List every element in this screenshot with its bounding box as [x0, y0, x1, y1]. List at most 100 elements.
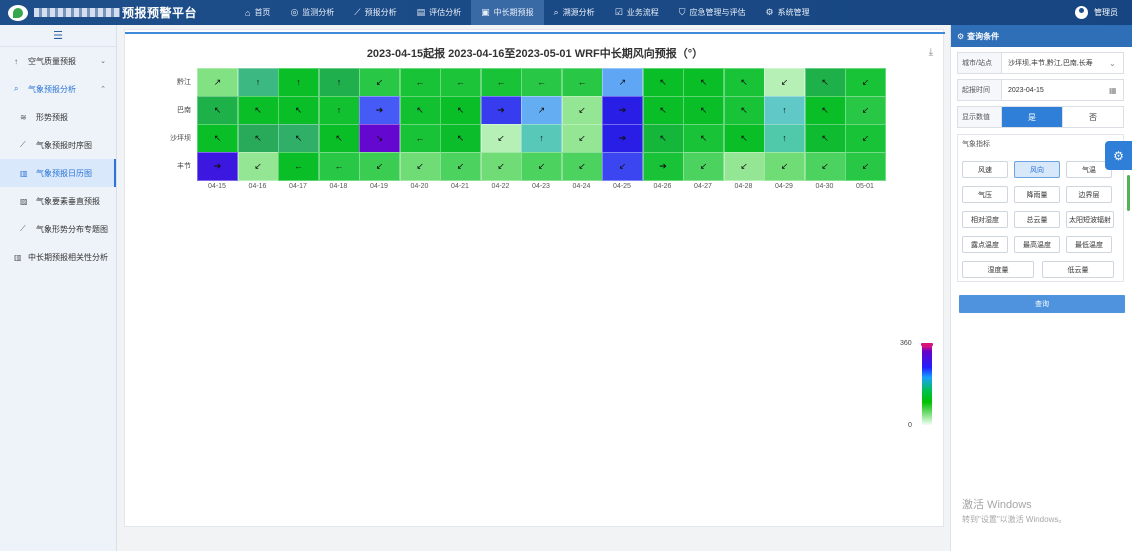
show-values-no-button[interactable]: 否	[1062, 107, 1123, 127]
sidebar-item-situation-forecast[interactable]: ≋ 形势预报	[0, 103, 116, 131]
heatmap-cell[interactable]: ↙	[602, 152, 643, 181]
heatmap-cell[interactable]: ↗	[521, 96, 562, 125]
heatmap-cell[interactable]: ↖	[318, 124, 360, 153]
sidebar-item-distribution-map[interactable]: ⟋ 气象形势分布专题图	[0, 215, 116, 243]
heatmap-cell[interactable]: ←	[399, 124, 441, 153]
indicator-button[interactable]: 最低温度	[1066, 236, 1112, 253]
heatmap-cell[interactable]: ↙	[237, 152, 279, 181]
heatmap-cell[interactable]: ↙	[359, 68, 400, 97]
heatmap-cell[interactable]: ↖	[197, 96, 238, 125]
heatmap-cell[interactable]: ↙	[561, 96, 603, 125]
heatmap-cell[interactable]: ↙	[561, 124, 603, 153]
nav-tab-1[interactable]: ◎ 监测分析	[280, 0, 344, 25]
forecast-date-picker[interactable]: 起报时间 2023-04-15 ▦	[957, 79, 1124, 101]
heatmap-cell[interactable]: ↙	[804, 152, 846, 181]
download-icon[interactable]: ⤓	[929, 47, 933, 58]
heatmap-cell[interactable]: ➔	[359, 96, 400, 125]
nav-tab-0[interactable]: ⌂ 首页	[235, 0, 280, 25]
show-values-yes-button[interactable]: 是	[1002, 107, 1062, 127]
heatmap-cell[interactable]: ↖	[642, 124, 684, 153]
sidebar-item-correlation-analysis[interactable]: ▥ 中长期预报相关性分析	[0, 243, 116, 271]
heatmap-cell[interactable]: ↙	[845, 96, 886, 125]
heatmap-cell[interactable]: ➔	[480, 96, 522, 125]
heatmap-cell[interactable]: ↖	[804, 96, 846, 125]
heatmap-cell[interactable]: ↙	[480, 152, 522, 181]
heatmap-cell[interactable]: ↙	[764, 152, 805, 181]
indicator-button[interactable]: 风向	[1014, 161, 1060, 178]
heatmap-cell[interactable]: ↖	[237, 96, 279, 125]
scrollbar-thumb[interactable]	[1127, 175, 1130, 211]
heatmap-cell[interactable]: ↙	[359, 152, 400, 181]
indicator-button[interactable]: 最高温度	[1014, 236, 1060, 253]
heatmap-cell[interactable]: ➔	[602, 124, 643, 153]
heatmap-cell[interactable]: ↖	[804, 124, 846, 153]
heatmap-cell[interactable]: ↑	[764, 124, 805, 153]
heatmap-cell[interactable]: ↖	[237, 124, 279, 153]
settings-gear-icon[interactable]: ⚙	[1105, 141, 1132, 170]
heatmap-cell[interactable]: ↖	[440, 124, 481, 153]
heatmap-cell[interactable]: ↙	[723, 152, 765, 181]
heatmap-cell[interactable]: ↖	[197, 124, 238, 153]
heatmap-cell[interactable]: ↙	[440, 152, 481, 181]
indicator-button[interactable]: 风速	[962, 161, 1008, 178]
nav-tab-4[interactable]: ▣ 中长期预报	[471, 0, 544, 25]
indicator-button[interactable]: 湿度量	[962, 261, 1034, 278]
heatmap-cell[interactable]: ←	[399, 68, 441, 97]
heatmap-cell[interactable]: ↙	[845, 124, 886, 153]
sidebar-item-vertical-profile[interactable]: ▨ 气象要素垂直预报	[0, 187, 116, 215]
heatmap-cell[interactable]: ←	[561, 68, 603, 97]
nav-tab-2[interactable]: ⟋ 预报分析	[344, 0, 406, 25]
heatmap-cell[interactable]: ↖	[642, 68, 684, 97]
heatmap-cell[interactable]: ↑	[237, 68, 279, 97]
heatmap-cell[interactable]: ↖	[683, 68, 724, 97]
indicator-button[interactable]: 太阳短波辐射	[1066, 211, 1114, 228]
user-menu[interactable]: 管理员	[1075, 0, 1118, 25]
heatmap-cell[interactable]: ↑	[764, 96, 805, 125]
heatmap-cell[interactable]: ↗	[602, 68, 643, 97]
indicator-button[interactable]: 相对湿度	[962, 211, 1008, 228]
heatmap-cell[interactable]: ↖	[683, 124, 724, 153]
heatmap-cell[interactable]: ↑	[278, 68, 319, 97]
indicator-button[interactable]: 总云量	[1014, 211, 1060, 228]
heatmap-cell[interactable]: ↙	[845, 68, 886, 97]
heatmap-cell[interactable]: ↙	[561, 152, 603, 181]
heatmap-cell[interactable]: ↑	[318, 96, 360, 125]
heatmap-cell[interactable]: ➔	[642, 152, 684, 181]
indicator-button[interactable]: 露点温度	[962, 236, 1008, 253]
nav-tab-3[interactable]: ▤ 评估分析	[407, 0, 472, 25]
heatmap-cell[interactable]: ↖	[723, 68, 765, 97]
heatmap-cell[interactable]: ↙	[521, 152, 562, 181]
nav-tab-7[interactable]: ⛉ 应急管理与评估	[669, 0, 756, 25]
heatmap-cell[interactable]: ←	[521, 68, 562, 97]
heatmap-cell[interactable]: ↙	[845, 152, 886, 181]
indicator-button[interactable]: 边界层	[1066, 186, 1112, 203]
heatmap-cell[interactable]: ↑	[521, 124, 562, 153]
heatmap-cell[interactable]: ↖	[683, 96, 724, 125]
heatmap-cell[interactable]: ↖	[642, 96, 684, 125]
heatmap-cell[interactable]: ←	[480, 68, 522, 97]
heatmap-cell[interactable]: ↖	[278, 124, 319, 153]
heatmap-cell[interactable]: ↖	[278, 96, 319, 125]
indicator-button[interactable]: 气压	[962, 186, 1008, 203]
heatmap-cell[interactable]: ←	[278, 152, 319, 181]
nav-tab-6[interactable]: ☑ 业务流程	[605, 0, 669, 25]
heatmap-cell[interactable]: ↖	[399, 96, 441, 125]
heatmap-cell[interactable]: ➔	[197, 152, 238, 181]
nav-tab-5[interactable]: ⌕ 溯源分析	[544, 0, 605, 25]
heatmap-cell[interactable]: ←	[318, 152, 360, 181]
city-select[interactable]: 城市/站点 沙坪坝,丰节,黔江,巴南,长寿 ⌄	[957, 52, 1124, 74]
color-legend-handle[interactable]	[921, 343, 933, 346]
heatmap-cell[interactable]: ↙	[480, 124, 522, 153]
heatmap-cell[interactable]: ↙	[399, 152, 441, 181]
heatmap-cell[interactable]: ←	[440, 68, 481, 97]
indicator-button[interactable]: 低云量	[1042, 261, 1114, 278]
nav-tab-8[interactable]: ⚙ 系统管理	[756, 0, 820, 25]
heatmap-cell[interactable]: ↖	[723, 124, 765, 153]
sidebar-item-weather-calendar[interactable]: ▥ 气象预报日历图	[0, 159, 116, 187]
indicator-button[interactable]: 降雨量	[1014, 186, 1060, 203]
sidebar-item-air-quality-forecast[interactable]: ↑ 空气质量预报 ⌄	[0, 47, 116, 75]
heatmap-cell[interactable]: ↙	[683, 152, 724, 181]
sidebar-collapse-button[interactable]: ☰	[0, 25, 116, 47]
heatmap-cell[interactable]: ↖	[804, 68, 846, 97]
query-button[interactable]: 查询	[959, 295, 1125, 313]
